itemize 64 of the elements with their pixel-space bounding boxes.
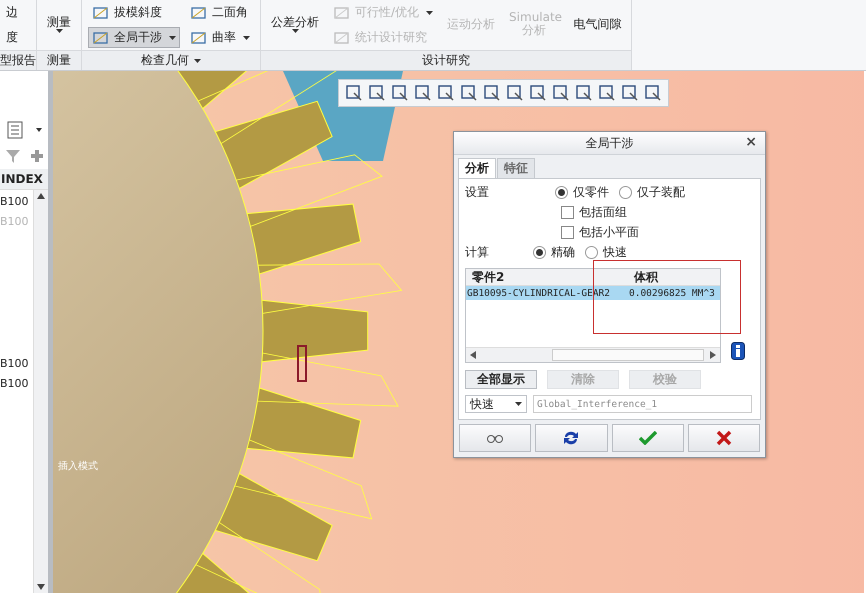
calculation-label: 计算 [465, 244, 490, 261]
mode-dropdown[interactable]: 快速 [465, 395, 527, 413]
ribbon-button[interactable]: 边 [6, 3, 18, 22]
square-tool-icon [190, 30, 208, 46]
table-cell-text: 0.00296825 MM^3 [629, 288, 716, 298]
column-header: INDEX [0, 169, 48, 190]
radio-option[interactable]: 快速 [585, 244, 627, 261]
cross-icon [716, 430, 732, 446]
checkbox-option[interactable]: 包括小平面 [561, 224, 754, 241]
tree-item[interactable]: B100 [0, 354, 33, 374]
add-icon[interactable] [30, 150, 42, 162]
group-label: 测量 [47, 52, 71, 69]
column-header: 体积 [634, 268, 660, 286]
caret-icon[interactable] [36, 128, 42, 132]
ribbon-button[interactable]: 公差分析 [267, 12, 323, 38]
tree-item[interactable]: B100 [0, 374, 33, 394]
dialog-tab[interactable]: 分析 [458, 158, 496, 178]
dialog-title: 全局干涉 [586, 134, 634, 152]
radio-option[interactable]: 仅子装配 [619, 184, 685, 201]
scroll-down-icon[interactable] [37, 584, 45, 590]
ribbon-button[interactable]: 二面角 [186, 2, 254, 23]
group-label: 型报告 [0, 52, 36, 69]
checkbox-option[interactable]: 包括面组 [561, 204, 754, 221]
horizontal-scrollbar[interactable] [466, 347, 720, 362]
square-tool-icon [92, 4, 110, 20]
square-tool-icon [333, 30, 351, 46]
radio-option[interactable]: 仅零件 [555, 184, 609, 201]
cancel-button[interactable] [688, 424, 760, 452]
caret-icon [243, 36, 250, 40]
square-tool-icon [190, 4, 208, 20]
ribbon-button[interactable]: 度 [6, 28, 18, 47]
tree-item[interactable]: B100 [0, 192, 33, 212]
mode-label: 插入模式 [58, 460, 98, 473]
action-button[interactable]: 全部显示 [465, 370, 537, 389]
ribbon-button[interactable]: 电气间隙 [569, 14, 626, 36]
group-label: 检查几何 [141, 52, 189, 69]
caret-icon [56, 28, 62, 32]
refresh-icon [562, 430, 580, 446]
ribbon-button[interactable]: 全局干涉 [88, 27, 180, 48]
column-header: 零件2 [471, 268, 506, 286]
caret-icon[interactable] [194, 58, 201, 62]
info-icon[interactable] [731, 342, 745, 360]
dialog-tab[interactable]: 特征 [497, 158, 535, 178]
checkmark-icon [638, 431, 657, 445]
ribbon-button[interactable]: 拔模斜度 [88, 2, 180, 23]
glasses-icon [486, 433, 504, 443]
caret-icon [515, 402, 522, 406]
caret-icon [292, 28, 298, 32]
close-button[interactable]: × [743, 134, 759, 150]
settings-label: 设置 [465, 184, 490, 201]
tree-list-icon[interactable] [6, 121, 22, 139]
caret-icon [426, 10, 434, 14]
repaint-button[interactable] [535, 424, 608, 452]
scroll-up-icon[interactable] [37, 193, 45, 199]
caret-icon [169, 36, 176, 40]
vertical-scrollbar[interactable] [33, 190, 48, 593]
ribbon-button[interactable]: 测量 [43, 12, 75, 38]
ribbon-button[interactable]: 曲率 [186, 27, 254, 48]
scroll-left-icon[interactable] [470, 351, 476, 359]
scroll-right-icon[interactable] [710, 351, 716, 359]
radio-option[interactable]: 精确 [533, 244, 575, 261]
square-tool-icon [92, 30, 110, 46]
group-label: 设计研究 [422, 52, 470, 69]
square-tool-icon [333, 4, 351, 20]
